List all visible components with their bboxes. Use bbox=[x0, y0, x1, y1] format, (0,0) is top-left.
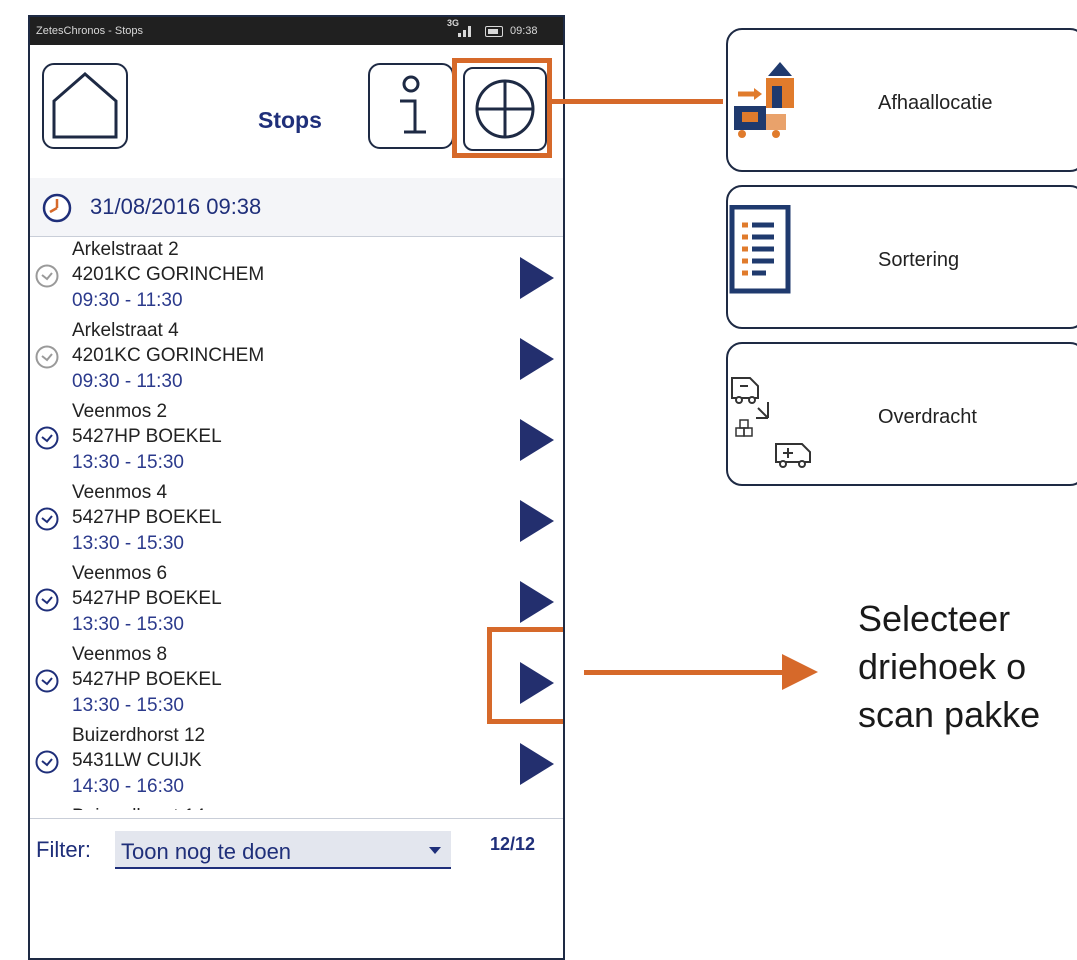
instruction-line-2: driehoek o bbox=[858, 646, 1027, 687]
info-icon bbox=[400, 75, 426, 134]
stop-street: Veenmos 4 bbox=[72, 482, 168, 503]
filter-value: Toon nog te doen bbox=[121, 839, 292, 864]
play-arrow-icon[interactable] bbox=[518, 498, 556, 544]
stop-street: Arkelstraat 2 bbox=[72, 239, 179, 260]
stop-time-window: 14:30 - 16:30 bbox=[72, 776, 184, 797]
stop-counter: 12/12 bbox=[490, 834, 536, 854]
afhaallocatie-label: Afhaallocatie bbox=[878, 92, 993, 114]
header: Stops bbox=[30, 45, 563, 179]
stop-street: Veenmos 6 bbox=[72, 563, 168, 584]
sort-list-icon bbox=[729, 205, 791, 294]
stop-street: Buizerdhorst 14 bbox=[72, 806, 205, 810]
clock-icon bbox=[42, 193, 72, 223]
stop-row[interactable]: Arkelstraat 4 4201KC GORINCHEM 09:30 - 11:… bbox=[30, 318, 563, 400]
phone-screen: ZetesChronos - Stops 3G 09:38 Stops 31/0… bbox=[28, 15, 565, 960]
stop-time-window: 09:30 - 11:30 bbox=[72, 290, 183, 311]
clock-icon bbox=[35, 426, 59, 450]
datetime-row: 31/08/2016 09:38 bbox=[30, 178, 563, 237]
connector-line-top bbox=[552, 99, 723, 104]
stop-street: Veenmos 2 bbox=[72, 401, 168, 422]
stop-city: 4201KC GORINCHEM bbox=[72, 345, 265, 366]
instruction-line-3: scan pakke bbox=[858, 694, 1041, 735]
overdracht-button[interactable]: Overdracht bbox=[726, 342, 1077, 486]
stop-time-window: 13:30 - 15:30 bbox=[72, 452, 184, 473]
stop-row[interactable]: Veenmos 6 5427HP BOEKEL 13:30 - 15:30 bbox=[30, 561, 563, 643]
pickup-location-icon bbox=[734, 62, 794, 138]
filter-dropdown[interactable]: Toon nog te doen bbox=[115, 831, 451, 869]
clock-icon bbox=[35, 345, 59, 369]
instruction-text: Selecteer driehoek o scan pakke bbox=[858, 595, 1040, 739]
stop-city: 5427HP BOEKEL bbox=[72, 669, 222, 690]
status-bar: ZetesChronos - Stops 3G 09:38 bbox=[30, 17, 563, 45]
sortering-button[interactable]: Sortering bbox=[726, 185, 1077, 329]
stops-list[interactable]: Arkelstraat 2 4201KC GORINCHEM 09:30 - 11:… bbox=[30, 237, 563, 810]
afhaallocatie-button[interactable]: Afhaallocatie bbox=[726, 28, 1077, 172]
stop-street: Veenmos 8 bbox=[72, 644, 168, 665]
add-button-highlight bbox=[452, 58, 552, 158]
clock-icon bbox=[35, 750, 59, 774]
filter-bar: Filter: Toon nog te doen 12/12 bbox=[30, 818, 563, 958]
stop-row[interactable]: Veenmos 4 5427HP BOEKEL 13:30 - 15:30 bbox=[30, 480, 563, 562]
clock-icon bbox=[35, 507, 59, 531]
stop-time-window: 13:30 - 15:30 bbox=[72, 695, 184, 716]
stop-street: Arkelstraat 4 bbox=[72, 320, 179, 341]
signal-icon bbox=[458, 26, 471, 37]
sortering-label: Sortering bbox=[878, 249, 960, 271]
stop-city: 5427HP BOEKEL bbox=[72, 426, 222, 447]
stop-city: 4201KC GORINCHEM bbox=[72, 264, 265, 285]
status-time: 09:38 bbox=[510, 25, 538, 37]
stop-time-window: 13:30 - 15:30 bbox=[72, 614, 184, 635]
stop-city: 5427HP BOEKEL bbox=[72, 507, 222, 528]
stop-city: 5431LW CUIJK bbox=[72, 750, 202, 771]
play-arrow-icon[interactable] bbox=[518, 255, 556, 301]
home-icon bbox=[52, 72, 118, 139]
status-app-title: ZetesChronos - Stops bbox=[36, 25, 143, 37]
overdracht-label: Overdracht bbox=[878, 406, 977, 428]
connector-arrow-line bbox=[584, 670, 784, 675]
info-button[interactable] bbox=[368, 63, 454, 149]
chevron-down-icon bbox=[429, 847, 441, 854]
stop-street: Buizerdhorst 12 bbox=[72, 725, 206, 746]
play-arrow-icon[interactable] bbox=[518, 741, 556, 787]
clock-icon bbox=[35, 588, 59, 612]
clock-icon bbox=[35, 669, 59, 693]
stop-row[interactable]: Buizerdhorst 12 5431LW CUIJK 14:30 - 16:30 bbox=[30, 723, 563, 805]
instruction-line-1: Selecteer bbox=[858, 598, 1011, 639]
current-datetime: 31/08/2016 09:38 bbox=[90, 194, 262, 219]
play-arrow-icon[interactable] bbox=[518, 336, 556, 382]
handover-vans-icon bbox=[731, 377, 811, 468]
stop-city: 5427HP BOEKEL bbox=[72, 588, 222, 609]
stop-row[interactable]: Veenmos 8 5427HP BOEKEL 13:30 - 15:30 bbox=[30, 642, 563, 724]
page-title: Stops bbox=[258, 107, 322, 133]
battery-icon bbox=[485, 26, 503, 37]
play-arrow-icon[interactable] bbox=[518, 579, 556, 625]
play-arrow-icon[interactable] bbox=[518, 417, 556, 463]
stop-time-window: 09:30 - 11:30 bbox=[72, 371, 183, 392]
stop-time-window: 13:30 - 15:30 bbox=[72, 533, 184, 554]
arrow-highlight bbox=[487, 627, 563, 724]
home-button[interactable] bbox=[42, 63, 128, 149]
stop-row[interactable]: Veenmos 2 5427HP BOEKEL 13:30 - 15:30 bbox=[30, 399, 563, 481]
connector-arrow-head bbox=[782, 654, 818, 690]
stop-row[interactable]: Arkelstraat 2 4201KC GORINCHEM 09:30 - 11:… bbox=[30, 237, 563, 319]
filter-label: Filter: bbox=[36, 837, 91, 862]
stop-row[interactable]: Buizerdhorst 145431LW CUIJK14:30 - 16:30 bbox=[30, 804, 563, 810]
clock-icon bbox=[35, 264, 59, 288]
